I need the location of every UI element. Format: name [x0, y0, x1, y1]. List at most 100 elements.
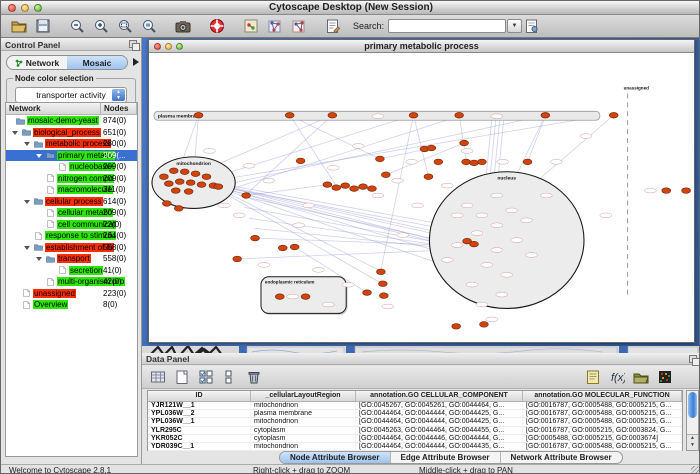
float-panel-icon[interactable]	[129, 40, 137, 48]
expand-arrow-icon[interactable]	[12, 131, 18, 135]
table-cell[interactable]: YPL036W__1	[148, 418, 251, 425]
table-cell[interactable]: [GO:0044464, GO:0044446, GO:0044444, G..…	[356, 435, 523, 442]
network-node[interactable]	[359, 184, 368, 190]
tree-col-nodes[interactable]: Nodes	[101, 103, 137, 114]
table-cell[interactable]: YLR295C	[148, 427, 251, 434]
network-node[interactable]	[462, 159, 471, 165]
table-cell[interactable]: YPL036W__2	[148, 410, 251, 417]
table-cell[interactable]: mitochondrion	[251, 402, 356, 409]
table-cell[interactable]: [GO:0045267, GO:0045261, GO:0044464, G..…	[356, 402, 523, 409]
network-node[interactable]	[455, 112, 464, 118]
tab-node-attribute-browser[interactable]: Node Attribute Browser	[280, 452, 391, 463]
network-node[interactable]	[171, 188, 180, 194]
table-cell[interactable]: [GO:0044464, GO:0044444, GO:0044425, G..…	[356, 418, 523, 425]
zoom-fit-icon[interactable]	[115, 16, 135, 36]
tab-network[interactable]: Network	[7, 56, 67, 69]
table-cell[interactable]: [GO:0016787, GO:0005488, GO:0005215, G..…	[523, 402, 682, 409]
network-overlay-icon[interactable]	[289, 16, 309, 36]
table-cell[interactable]: YJR121W__1	[148, 402, 251, 409]
network-node[interactable]	[332, 185, 341, 191]
table-column-header[interactable]: ID	[148, 391, 251, 401]
network-node[interactable]	[662, 188, 671, 194]
resize-grip[interactable]	[691, 466, 700, 474]
scrollbar-thumb[interactable]	[688, 392, 697, 418]
table-cell[interactable]: cytoplasm	[251, 435, 356, 442]
table-cell[interactable]: [GO:0016787, GO:0005488, GO:0005215, G..…	[523, 443, 682, 450]
expand-arrow-icon[interactable]	[24, 142, 30, 146]
tree-row[interactable]: metabolic process280(0)	[6, 138, 137, 150]
table-cell[interactable]: mitochondrion	[251, 418, 356, 425]
network-node[interactable]	[197, 182, 206, 188]
tree-row[interactable]: Overview8(0)	[6, 299, 137, 311]
network-node[interactable]	[162, 201, 171, 207]
function-builder-icon[interactable]: f(x)	[607, 367, 627, 387]
tree-row[interactable]: macromolecule311(0)	[6, 184, 137, 196]
tab-scroll-right-icon[interactable]	[133, 58, 139, 66]
table-cell[interactable]: [GO:0005488, GO:0005215, GO:0003674]	[523, 435, 682, 442]
edit-network-icon[interactable]	[323, 16, 343, 36]
expand-arrow-icon[interactable]	[36, 257, 42, 261]
notes-icon[interactable]	[583, 367, 603, 387]
tree-row[interactable]: nucleobase-209(0)	[6, 161, 137, 173]
network-node[interactable]	[470, 160, 479, 166]
network-node[interactable]	[278, 245, 287, 251]
network-node[interactable]	[251, 235, 260, 241]
tree-row[interactable]: primary metabo209(...	[6, 150, 137, 162]
tree-row[interactable]: cell communicat22(0)	[6, 219, 137, 231]
network-node[interactable]	[242, 193, 251, 199]
network-node[interactable]	[478, 159, 487, 165]
network-node[interactable]	[523, 159, 532, 165]
help-icon[interactable]	[207, 16, 227, 36]
tree-col-network[interactable]: Network	[6, 103, 101, 114]
table-row[interactable]: YLR295Ccytoplasm[GO:0045263, GO:0044464,…	[148, 427, 682, 435]
network-node[interactable]	[175, 179, 184, 185]
table-scrollbar[interactable]: ▲▼	[686, 390, 699, 451]
network-node[interactable]	[233, 256, 242, 262]
network-node[interactable]	[350, 186, 359, 192]
network-node[interactable]	[301, 294, 310, 300]
tree-row[interactable]: cellular metabo209(0)	[6, 207, 137, 219]
network-node[interactable]	[480, 322, 489, 328]
network-node[interactable]	[194, 112, 203, 118]
snapshot-icon[interactable]	[173, 16, 193, 36]
table-row[interactable]: YPL036W__1mitochondrion[GO:0044464, GO:0…	[148, 418, 682, 426]
tab-edge-attribute-browser[interactable]: Edge Attribute Browser	[391, 452, 501, 463]
network-node[interactable]	[184, 189, 193, 195]
table-cell[interactable]: YKR052C	[148, 435, 251, 442]
table-cell[interactable]: mitochondrion	[251, 443, 356, 450]
network-canvas[interactable]: plasma membranemitochondrionnucleusendop…	[150, 53, 693, 342]
expand-arrow-icon[interactable]	[36, 154, 42, 158]
network-node[interactable]	[424, 174, 433, 180]
network-node[interactable]	[328, 112, 337, 118]
table-cell[interactable]: [GO:0016787, GO:0005215, GO:0003824, G..…	[523, 427, 682, 434]
network-node[interactable]	[169, 168, 178, 174]
search-options-icon[interactable]	[522, 16, 542, 36]
network-graph[interactable]: plasma membranemitochondrionnucleusendop…	[150, 53, 693, 342]
tree-row[interactable]: cellular process614(0)	[6, 196, 137, 208]
tree-row[interactable]: establishment of lo558(0)	[6, 242, 137, 254]
network-node[interactable]	[186, 180, 195, 186]
expand-arrow-icon[interactable]	[24, 200, 30, 204]
network-node[interactable]	[164, 181, 173, 187]
tab-mosaic[interactable]: Mosaic	[67, 56, 127, 69]
network-node[interactable]	[214, 184, 223, 190]
table-cell[interactable]: [GO:0045263, GO:0044464, GO:0044455, G..…	[356, 427, 523, 434]
network-node[interactable]	[682, 188, 691, 194]
table-column-header[interactable]: annotation.GO MOLECULAR_FUNCTION	[523, 391, 682, 401]
network-node[interactable]	[460, 140, 469, 146]
search-dropdown-arrow-icon[interactable]: ▼	[507, 19, 522, 33]
tree-row[interactable]: multi-organism pro42(0)	[6, 276, 137, 288]
unselect-attributes-icon[interactable]	[220, 367, 240, 387]
tree-row[interactable]: biological_process651(0)	[6, 127, 137, 139]
network-node[interactable]	[296, 158, 305, 164]
network-node[interactable]	[191, 171, 200, 177]
network-node[interactable]	[377, 269, 386, 275]
network-node[interactable]	[470, 241, 479, 247]
tree-row[interactable]: nitrogen compo209(0)	[6, 173, 137, 185]
network-view-titlebar[interactable]: primary metabolic process	[149, 40, 694, 53]
network-node[interactable]	[160, 174, 169, 180]
network-node[interactable]	[290, 244, 299, 250]
network-node[interactable]	[609, 112, 618, 118]
tree-row[interactable]: mosaic-demo-yeast874(0)	[6, 115, 137, 127]
network-node[interactable]	[368, 186, 377, 192]
